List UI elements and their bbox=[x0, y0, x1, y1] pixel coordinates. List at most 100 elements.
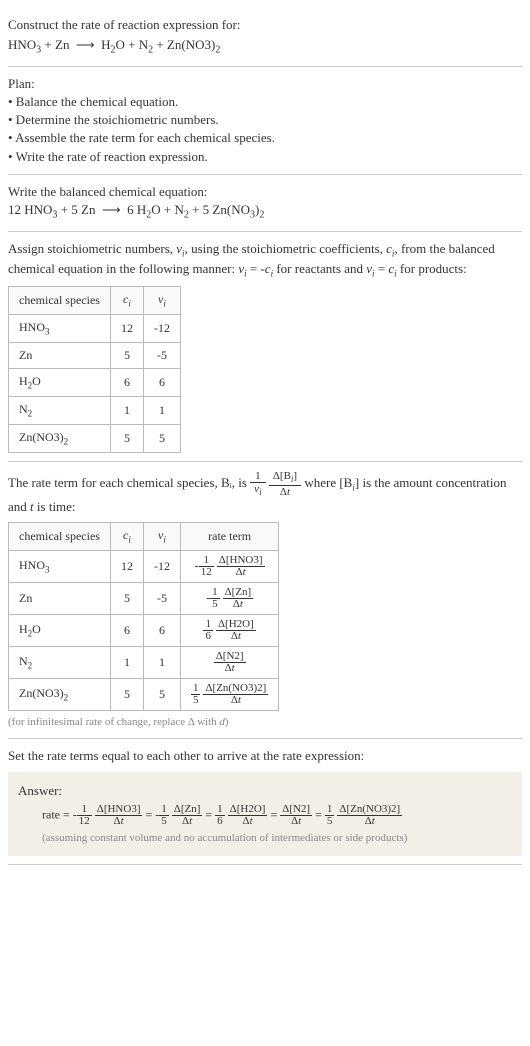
cell-rate: 15 Δ[Zn(NO3)2]Δt bbox=[180, 678, 278, 710]
header-section: Construct the rate of reaction expressio… bbox=[8, 8, 522, 67]
cell-species: H2O bbox=[9, 614, 111, 646]
table-row: Zn 5 -5 -15 Δ[Zn]Δt bbox=[9, 582, 279, 614]
cell-c: 5 bbox=[110, 678, 143, 710]
table-row: HNO3 12 -12 -112 Δ[HNO3]Δt bbox=[9, 550, 279, 582]
cell-c: 12 bbox=[110, 550, 143, 582]
cell-species: HNO3 bbox=[9, 550, 111, 582]
cell-c: 1 bbox=[110, 396, 143, 424]
frac-coef: 15 bbox=[325, 804, 335, 827]
rate-intro-pre: The rate term for each chemical species,… bbox=[8, 475, 250, 490]
unbalanced-equation: HNO3 + Zn ⟶ H2O + N2 + Zn(NO3)2 bbox=[8, 36, 522, 58]
frac-delta: Δ[Zn(NO3)2]Δt bbox=[337, 804, 402, 827]
cell-species: Zn(NO3)2 bbox=[9, 424, 111, 452]
plan-item: • Determine the stoichiometric numbers. bbox=[8, 111, 522, 129]
table-row: H2O 6 6 16 Δ[H2O]Δt bbox=[9, 614, 279, 646]
cell-c: 6 bbox=[110, 614, 143, 646]
infinitesimal-note: (for infinitesimal rate of change, repla… bbox=[8, 715, 522, 730]
final-title: Set the rate terms equal to each other t… bbox=[8, 747, 522, 765]
plan-section: Plan: • Balance the chemical equation. •… bbox=[8, 67, 522, 175]
table-header-row: chemical species ci νi rate term bbox=[9, 522, 279, 550]
cell-v: 5 bbox=[143, 678, 180, 710]
final-section: Set the rate terms equal to each other t… bbox=[8, 739, 522, 865]
cell-rate: 16 Δ[H2O]Δt bbox=[180, 614, 278, 646]
col-c: ci bbox=[110, 522, 143, 550]
frac-coef: 15 bbox=[210, 587, 220, 610]
table-row: N2 1 1 bbox=[9, 396, 181, 424]
cell-v: 1 bbox=[143, 396, 180, 424]
col-species: chemical species bbox=[9, 522, 111, 550]
cell-rate: Δ[N2]Δt bbox=[180, 646, 278, 678]
col-rate: rate term bbox=[180, 522, 278, 550]
frac-delta: Δ[N2]Δt bbox=[214, 651, 246, 674]
col-v: νi bbox=[143, 286, 180, 314]
cell-c: 5 bbox=[110, 342, 143, 368]
rate-term-intro: The rate term for each chemical species,… bbox=[8, 470, 522, 516]
table-row: N2 1 1 Δ[N2]Δt bbox=[9, 646, 279, 678]
cell-v: 6 bbox=[143, 614, 180, 646]
cell-v: -12 bbox=[143, 550, 180, 582]
stoich-intro: Assign stoichiometric numbers, νi, using… bbox=[8, 240, 522, 280]
frac-delta: Δ[N2]Δt bbox=[280, 804, 312, 827]
col-v: νi bbox=[143, 522, 180, 550]
balanced-section: Write the balanced chemical equation: 12… bbox=[8, 175, 522, 232]
cell-rate: -15 Δ[Zn]Δt bbox=[180, 582, 278, 614]
frac-delta: Δ[HNO3]Δt bbox=[217, 555, 265, 578]
answer-box: Answer: rate = -112 Δ[HNO3]Δt = -15 Δ[Zn… bbox=[8, 772, 522, 857]
stoich-table: chemical species ci νi HNO3 12 -12 Zn 5 … bbox=[8, 286, 181, 453]
cell-c: 6 bbox=[110, 368, 143, 396]
plan-item: • Balance the chemical equation. bbox=[8, 93, 522, 111]
frac-delta: Δ[Zn]Δt bbox=[223, 587, 254, 610]
balanced-equation: 12 HNO3 + 5 Zn ⟶ 6 H2O + N2 + 5 Zn(NO3)2 bbox=[8, 201, 522, 223]
cell-species: HNO3 bbox=[9, 314, 111, 342]
frac-dB-dt: Δ[Bi]Δt bbox=[269, 470, 301, 498]
frac-coef: 112 bbox=[199, 555, 214, 578]
frac-delta: Δ[H2O]Δt bbox=[228, 804, 268, 827]
frac-coef: 16 bbox=[215, 804, 225, 827]
frac-delta: Δ[H2O]Δt bbox=[216, 619, 256, 642]
plan-item: • Assemble the rate term for each chemic… bbox=[8, 129, 522, 147]
rate-table: chemical species ci νi rate term HNO3 12… bbox=[8, 522, 279, 711]
cell-species: Zn(NO3)2 bbox=[9, 678, 111, 710]
cell-v: 1 bbox=[143, 646, 180, 678]
cell-v: 5 bbox=[143, 424, 180, 452]
frac-coef: 15 bbox=[191, 683, 201, 706]
table-row: H2O 6 6 bbox=[9, 368, 181, 396]
table-row: Zn(NO3)2 5 5 bbox=[9, 424, 181, 452]
cell-c: 1 bbox=[110, 646, 143, 678]
cell-species: H2O bbox=[9, 368, 111, 396]
cell-species: N2 bbox=[9, 396, 111, 424]
cell-v: -5 bbox=[143, 342, 180, 368]
table-row: HNO3 12 -12 bbox=[9, 314, 181, 342]
table-row: Zn 5 -5 bbox=[9, 342, 181, 368]
col-c: ci bbox=[110, 286, 143, 314]
rate-term-section: The rate term for each chemical species,… bbox=[8, 462, 522, 740]
cell-v: -12 bbox=[143, 314, 180, 342]
cell-rate: -112 Δ[HNO3]Δt bbox=[180, 550, 278, 582]
cell-c: 5 bbox=[110, 424, 143, 452]
frac-1-over-v: 1νi bbox=[250, 470, 265, 498]
cell-v: -5 bbox=[143, 582, 180, 614]
frac-coef: 16 bbox=[203, 619, 213, 642]
frac-delta: Δ[Zn(NO3)2]Δt bbox=[203, 683, 268, 706]
stoich-section: Assign stoichiometric numbers, νi, using… bbox=[8, 232, 522, 462]
frac-coef: 15 bbox=[159, 804, 169, 827]
cell-v: 6 bbox=[143, 368, 180, 396]
answer-label: Answer: bbox=[18, 782, 512, 800]
plan-item: • Write the rate of reaction expression. bbox=[8, 148, 522, 166]
table-row: Zn(NO3)2 5 5 15 Δ[Zn(NO3)2]Δt bbox=[9, 678, 279, 710]
plan-title: Plan: bbox=[8, 75, 522, 93]
frac-delta: Δ[Zn]Δt bbox=[172, 804, 203, 827]
cell-species: N2 bbox=[9, 646, 111, 678]
rate-prefix: rate = bbox=[42, 807, 73, 821]
col-species: chemical species bbox=[9, 286, 111, 314]
cell-species: Zn bbox=[9, 582, 111, 614]
cell-species: Zn bbox=[9, 342, 111, 368]
assumption-note: (assuming constant volume and no accumul… bbox=[18, 831, 512, 846]
frac-coef: 112 bbox=[77, 804, 92, 827]
cell-c: 5 bbox=[110, 582, 143, 614]
cell-c: 12 bbox=[110, 314, 143, 342]
balanced-title: Write the balanced chemical equation: bbox=[8, 183, 522, 201]
frac-delta: Δ[HNO3]Δt bbox=[95, 804, 143, 827]
rate-expression: rate = -112 Δ[HNO3]Δt = -15 Δ[Zn]Δt = 16… bbox=[18, 804, 512, 827]
table-header-row: chemical species ci νi bbox=[9, 286, 181, 314]
